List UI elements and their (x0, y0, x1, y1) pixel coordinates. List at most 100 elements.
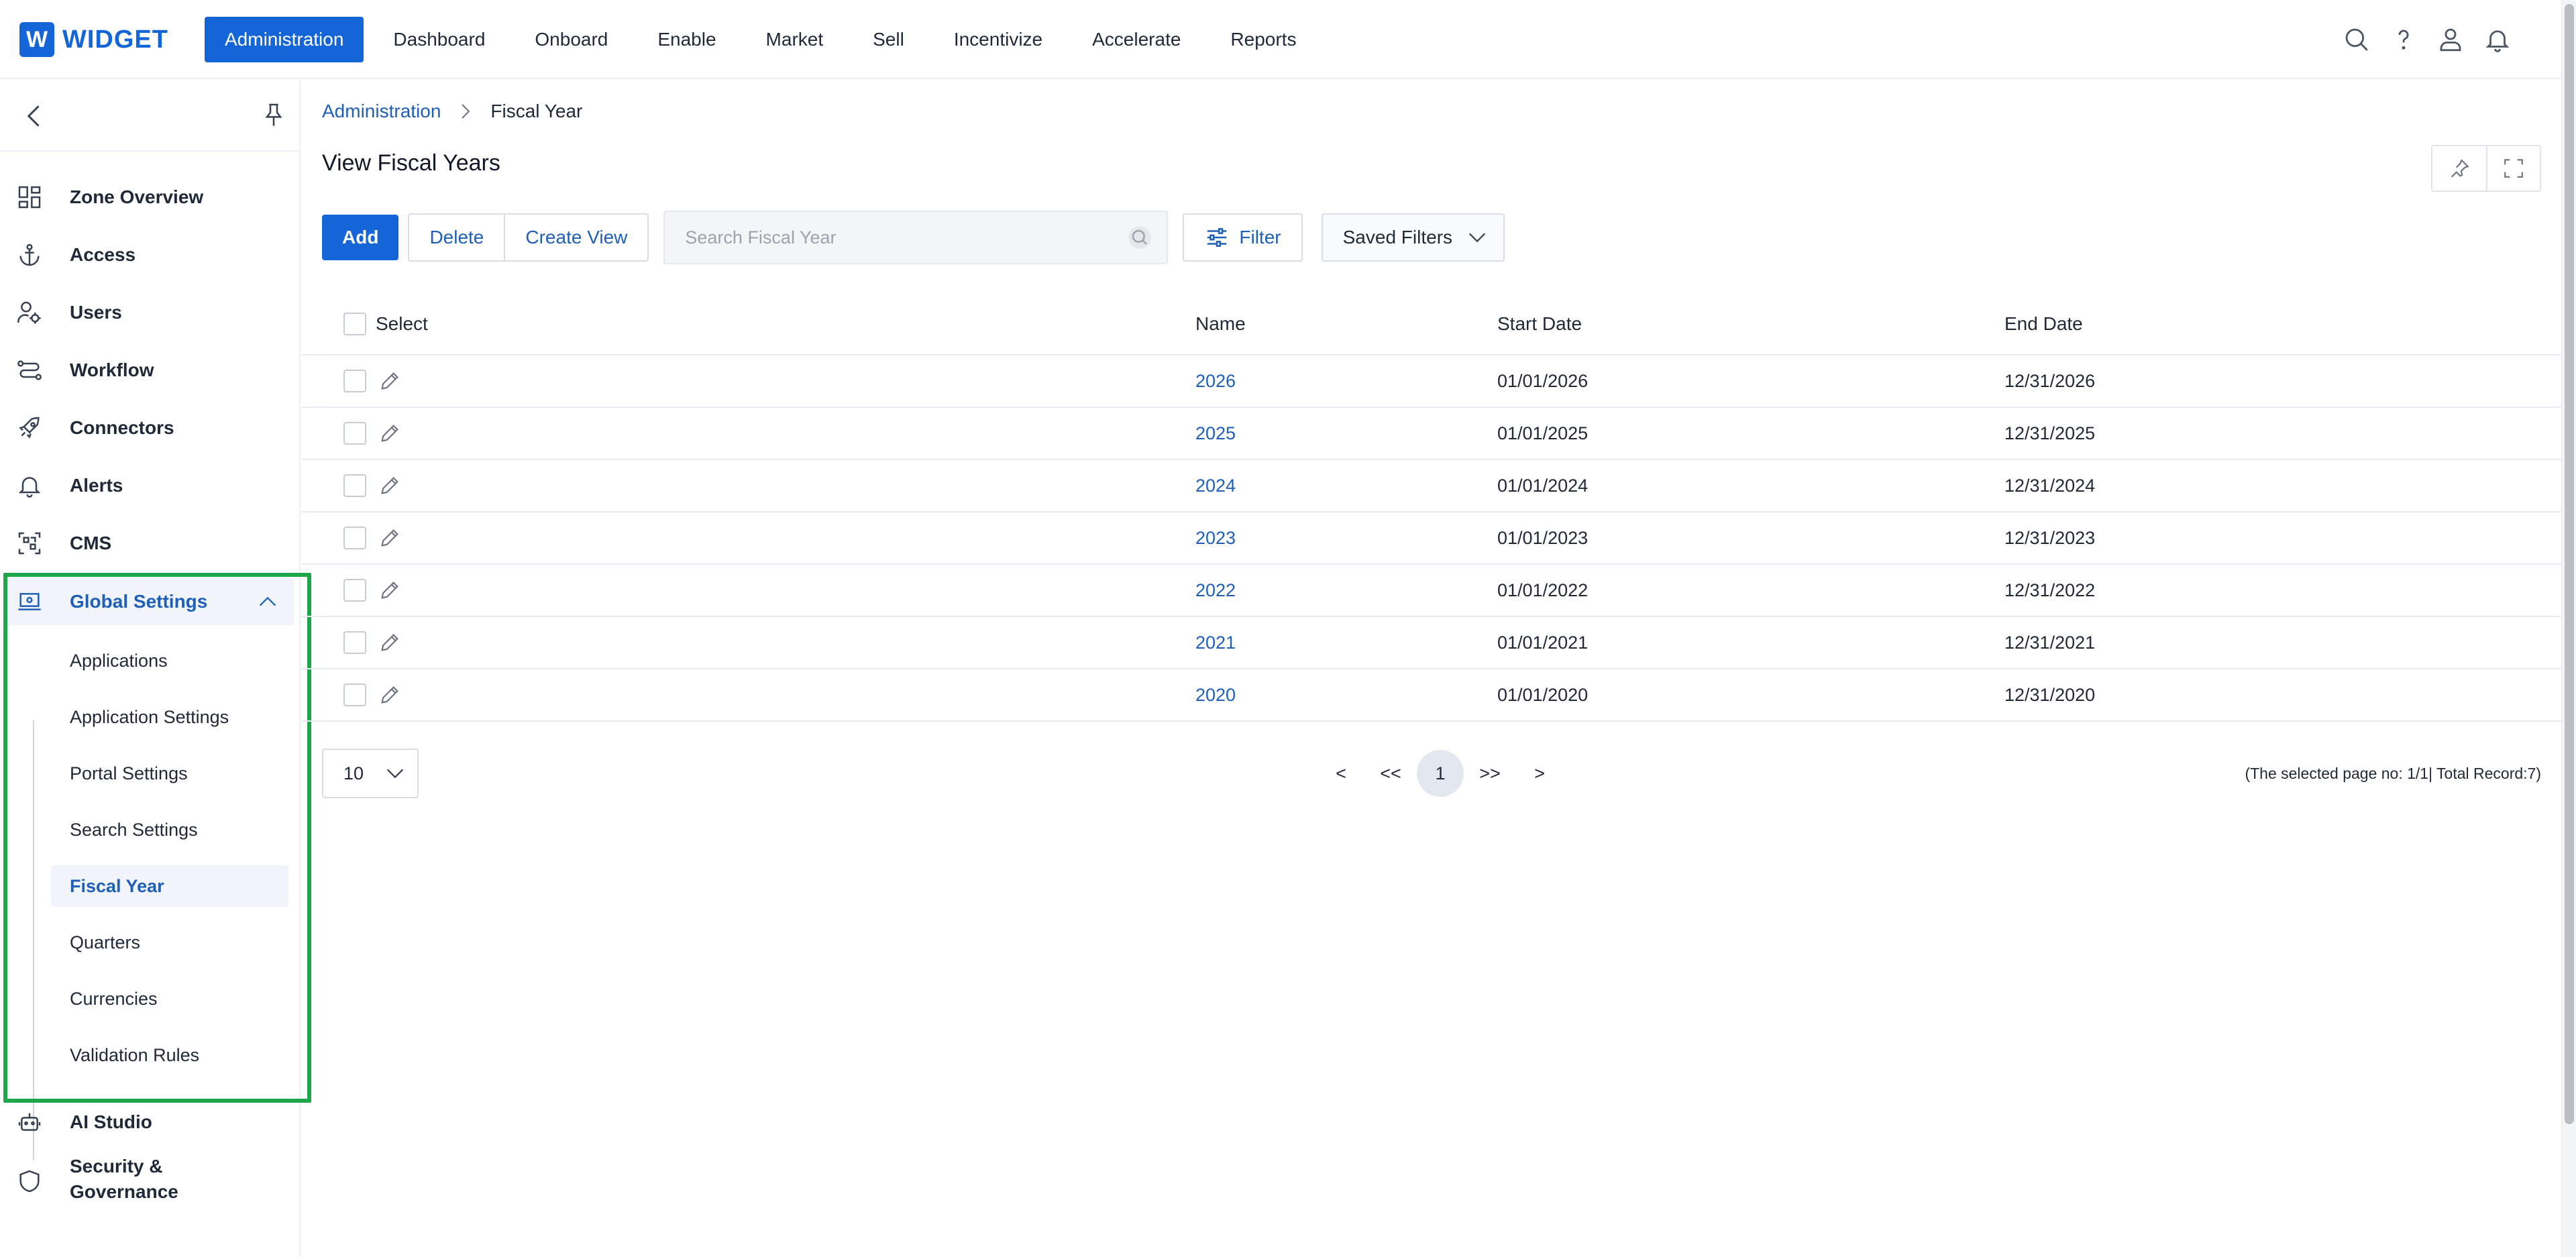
add-button[interactable]: Add (322, 215, 399, 260)
sidebar-item-global-settings[interactable]: Global Settings (9, 578, 294, 625)
edit-cell (378, 617, 401, 668)
toolbar: Add Delete Create View Filter Saved Filt… (322, 211, 1505, 264)
submenu-item-application-settings[interactable]: Application Settings (51, 696, 288, 738)
breadcrumb: Administration Fiscal Year (322, 101, 582, 122)
fiscal-year-name-link[interactable]: 2026 (1195, 356, 1236, 406)
submenu-item-fiscal-year[interactable]: Fiscal Year (51, 865, 288, 907)
nav-enable[interactable]: Enable (637, 17, 736, 62)
nav-sell[interactable]: Sell (853, 17, 924, 62)
pencil-icon[interactable] (378, 370, 401, 392)
scrollbar-thumb[interactable] (2565, 4, 2574, 1124)
table-row: 2024 01/01/2024 12/31/2024 (302, 460, 2561, 512)
pencil-icon[interactable] (378, 422, 401, 445)
pencil-icon[interactable] (378, 527, 401, 549)
select-all-checkbox[interactable] (343, 313, 366, 335)
prev-page-button[interactable]: < (1318, 750, 1364, 797)
sidebar-item-cms[interactable]: CMS (0, 520, 299, 567)
vertical-scrollbar[interactable] (2561, 0, 2576, 1257)
row-checkbox[interactable] (343, 527, 366, 549)
submenu-item-applications[interactable]: Applications (51, 640, 288, 681)
fiscal-year-table: Select Name Start Date End Date 2026 01/0… (302, 294, 2561, 722)
chevron-up-icon[interactable] (256, 590, 279, 613)
start-date-cell: 01/01/2025 (1497, 423, 1589, 443)
app-logo[interactable]: W WIDGET (19, 22, 168, 57)
page-number-button[interactable]: 1 (1417, 750, 1464, 797)
row-checkbox[interactable] (343, 474, 366, 497)
edit-cell (378, 356, 401, 406)
sliders-icon (1208, 228, 1227, 247)
nav-administration[interactable]: Administration (205, 17, 364, 62)
help-icon[interactable] (2387, 23, 2420, 56)
users-gear-icon (15, 298, 44, 327)
sidebar-item-ai-studio[interactable]: AI Studio (0, 1099, 299, 1146)
table-row: 2025 01/01/2025 12/31/2025 (302, 408, 2561, 460)
search-input[interactable] (665, 227, 1108, 248)
logo-mark: W (19, 22, 54, 57)
first-page-button[interactable]: << (1367, 750, 1414, 797)
fiscal-year-name-link[interactable]: 2024 (1195, 460, 1236, 511)
bell-icon[interactable] (2481, 23, 2514, 56)
saved-filters-dropdown[interactable]: Saved Filters (1321, 213, 1505, 262)
submenu-item-portal-settings[interactable]: Portal Settings (51, 753, 288, 794)
nav-dashboard[interactable]: Dashboard (373, 17, 505, 62)
row-checkbox[interactable] (343, 684, 366, 706)
fiscal-year-name-link[interactable]: 2022 (1195, 565, 1236, 616)
sidebar-item-security-governance[interactable]: Security & Governance (0, 1154, 299, 1209)
column-header-start-date[interactable]: Start Date (1497, 294, 1582, 354)
bell-icon (15, 471, 44, 500)
nav-incentivize[interactable]: Incentivize (934, 17, 1063, 62)
fiscal-year-name-link[interactable]: 2025 (1195, 408, 1236, 459)
sidebar: Zone Overview Access Users Workflow Conn… (0, 80, 311, 1257)
submenu-item-search-settings[interactable]: Search Settings (51, 809, 288, 851)
fiscal-year-name-link[interactable]: 2020 (1195, 669, 1236, 720)
pin-view-button[interactable] (2432, 146, 2486, 190)
submenu-item-quarters[interactable]: Quarters (51, 922, 288, 963)
pin-icon (2451, 159, 2469, 178)
row-checkbox[interactable] (343, 631, 366, 654)
next-page-button[interactable]: > (1516, 750, 1563, 797)
breadcrumb-administration[interactable]: Administration (322, 101, 441, 122)
pencil-icon[interactable] (378, 474, 401, 497)
top-bar: W WIDGET Administration Dashboard Onboar… (0, 0, 2561, 79)
nav-reports[interactable]: Reports (1210, 17, 1316, 62)
fiscal-year-name-link[interactable]: 2021 (1195, 617, 1236, 668)
user-icon[interactable] (2434, 23, 2467, 56)
last-page-button[interactable]: >> (1466, 750, 1513, 797)
sidebar-header (0, 80, 299, 152)
page-size-select[interactable]: 10 (322, 749, 419, 798)
pencil-icon[interactable] (378, 579, 401, 602)
pencil-icon[interactable] (378, 684, 401, 706)
chevron-left-icon[interactable] (20, 99, 50, 133)
sidebar-item-label: Workflow (70, 360, 154, 380)
delete-button[interactable]: Delete (409, 215, 504, 260)
sidebar-item-users[interactable]: Users (0, 289, 299, 336)
sidebar-item-connectors[interactable]: Connectors (0, 404, 299, 451)
pencil-icon[interactable] (378, 631, 401, 654)
filter-button[interactable]: Filter (1183, 213, 1303, 262)
submenu-item-currencies[interactable]: Currencies (51, 978, 288, 1020)
search-icon[interactable] (2340, 23, 2373, 56)
row-checkbox[interactable] (343, 422, 366, 445)
sidebar-item-alerts[interactable]: Alerts (0, 462, 299, 509)
search-icon[interactable] (1126, 224, 1153, 251)
search-box (663, 211, 1169, 264)
sidebar-item-zone-overview[interactable]: Zone Overview (0, 174, 299, 221)
row-checkbox[interactable] (343, 370, 366, 392)
pin-icon[interactable] (260, 98, 287, 131)
edit-cell (378, 408, 401, 459)
start-date-cell: 01/01/2021 (1497, 632, 1589, 653)
create-view-button[interactable]: Create View (504, 215, 647, 260)
sidebar-item-access[interactable]: Access (0, 231, 299, 278)
submenu-item-validation-rules[interactable]: Validation Rules (51, 1034, 288, 1076)
fiscal-year-name-link[interactable]: 2023 (1195, 512, 1236, 563)
nav-onboard[interactable]: Onboard (515, 17, 628, 62)
column-header-name[interactable]: Name (1195, 294, 1246, 354)
fullscreen-button[interactable] (2486, 146, 2540, 190)
nav-market[interactable]: Market (746, 17, 844, 62)
start-date-cell: 01/01/2024 (1497, 475, 1589, 496)
nav-accelerate[interactable]: Accelerate (1072, 17, 1201, 62)
sidebar-item-workflow[interactable]: Workflow (0, 347, 299, 394)
cms-icon (15, 529, 44, 558)
row-checkbox[interactable] (343, 579, 366, 602)
column-header-end-date[interactable]: End Date (2004, 294, 2083, 354)
